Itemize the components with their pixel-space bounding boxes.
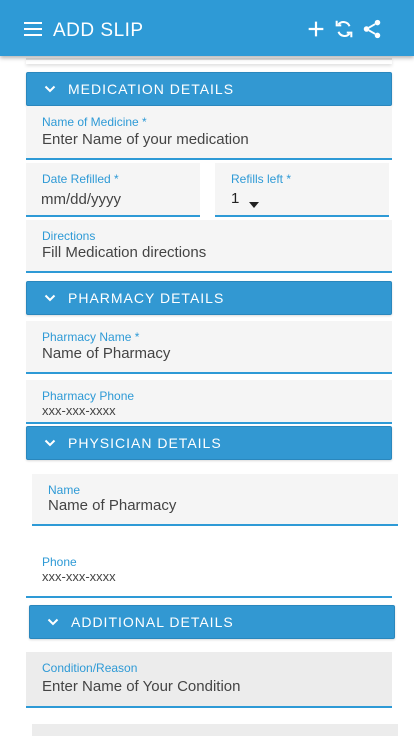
selected-value: 1 bbox=[231, 190, 240, 207]
share-icon[interactable] bbox=[361, 18, 383, 40]
field-label: Pharmacy Name * bbox=[42, 330, 140, 344]
field-placeholder: Enter Name of Your Condition bbox=[42, 678, 241, 695]
chevron-down-icon bbox=[44, 437, 56, 449]
section-physician-header[interactable]: PHYSICIAN DETAILS bbox=[26, 426, 392, 460]
section-label: PHYSICIAN DETAILS bbox=[68, 435, 222, 451]
field-placeholder: Enter Name of your medication bbox=[42, 131, 249, 148]
add-icon[interactable] bbox=[305, 18, 327, 40]
field-placeholder: mm/dd/yyyy bbox=[41, 191, 122, 208]
field-label: Name of Medicine * bbox=[42, 115, 147, 129]
field-placeholder: Name of Pharmacy bbox=[48, 497, 177, 514]
section-label: MEDICATION DETAILS bbox=[68, 81, 235, 97]
next-field-partial[interactable] bbox=[32, 724, 398, 736]
date-refilled-field[interactable]: Date Refilled * mm/dd/yyyy bbox=[26, 163, 200, 217]
field-label: Pharmacy Phone bbox=[42, 389, 135, 403]
medicine-name-field[interactable]: Name of Medicine * Enter Name of your me… bbox=[26, 106, 392, 160]
refills-left-select[interactable]: Refills left * 1 bbox=[215, 163, 389, 217]
page-title: ADD SLIP bbox=[53, 20, 144, 41]
field-placeholder: xxx-xxx-xxxx bbox=[42, 403, 116, 418]
section-additional-header[interactable]: ADDITIONAL DETAILS bbox=[29, 605, 395, 639]
chevron-down-icon bbox=[44, 292, 56, 304]
physician-phone-field[interactable]: Phone xxx-xxx-xxxx bbox=[26, 546, 392, 598]
field-label: Directions bbox=[42, 229, 96, 243]
sync-icon[interactable] bbox=[333, 18, 355, 40]
chevron-down-icon bbox=[47, 616, 59, 628]
field-label: Refills left * bbox=[231, 172, 292, 186]
menu-icon[interactable] bbox=[24, 22, 42, 36]
field-label: Name bbox=[48, 483, 81, 497]
field-placeholder: xxx-xxx-xxxx bbox=[42, 569, 116, 584]
app-bar: ADD SLIP bbox=[0, 0, 414, 56]
field-label: Condition/Reason bbox=[42, 661, 138, 675]
section-label: PHARMACY DETAILS bbox=[68, 290, 225, 306]
chevron-down-icon bbox=[44, 83, 56, 95]
section-label: ADDITIONAL DETAILS bbox=[71, 614, 234, 630]
field-label: Phone bbox=[42, 555, 77, 569]
condition-field[interactable]: Condition/Reason Enter Name of Your Cond… bbox=[26, 652, 392, 708]
pharmacy-phone-field[interactable]: Pharmacy Phone xxx-xxx-xxxx bbox=[26, 380, 392, 424]
field-placeholder: Name of Pharmacy bbox=[42, 345, 171, 362]
directions-field[interactable]: Directions Fill Medication directions bbox=[26, 220, 392, 273]
dropdown-arrow-icon bbox=[249, 195, 259, 213]
section-medication-header[interactable]: MEDICATION DETAILS bbox=[26, 72, 392, 106]
pharmacy-name-field[interactable]: Pharmacy Name * Name of Pharmacy bbox=[26, 321, 392, 374]
physician-name-field[interactable]: Name Name of Pharmacy bbox=[32, 474, 398, 526]
field-label: Date Refilled * bbox=[42, 172, 119, 186]
section-pharmacy-header[interactable]: PHARMACY DETAILS bbox=[26, 281, 392, 315]
form-card-top bbox=[26, 58, 392, 64]
field-placeholder: Fill Medication directions bbox=[42, 244, 207, 261]
